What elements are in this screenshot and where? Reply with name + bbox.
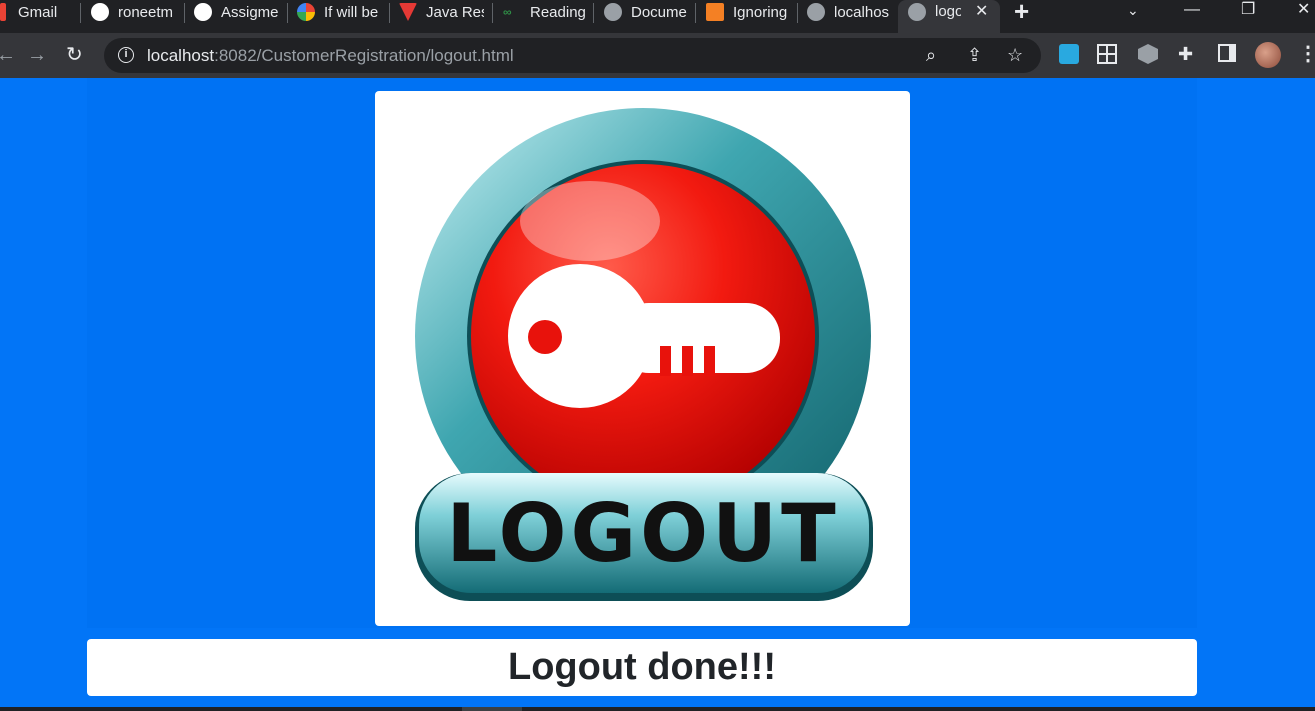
geeksforgeeks-icon: ∞ [503, 5, 512, 19]
tab-github-roneetm[interactable]: roneetm [91, 0, 179, 24]
info-icon[interactable]: i [118, 47, 134, 63]
forward-arrow-icon[interactable]: → [27, 43, 47, 67]
tab-github-assignment[interactable]: Assigme [194, 0, 281, 24]
tab-logout-active[interactable]: logo ✕ [898, 0, 1000, 33]
bottom-edge-segment [462, 707, 522, 711]
tab-label: Docume [631, 3, 687, 21]
tab-label: roneetm [118, 3, 174, 21]
zoom-icon[interactable]: ⌕ [926, 44, 936, 66]
tab-java-res[interactable]: Java Res [399, 0, 484, 24]
window-close-icon[interactable]: ✕ [1297, 0, 1310, 20]
globe-icon [908, 3, 926, 21]
tab-label: Ignoring [733, 3, 788, 21]
tab-google[interactable]: If will be [297, 0, 383, 24]
google-icon [297, 3, 315, 21]
extensions-puzzle-icon[interactable]: ✚ [1178, 44, 1198, 64]
side-panel-icon[interactable] [1218, 44, 1236, 62]
tab-label: Gmail [18, 3, 58, 21]
tab-label: localhos [834, 3, 890, 21]
tab-divider [492, 3, 493, 23]
tab-strip: Gmail roneetm Assigme If will be Java Re… [0, 0, 1315, 33]
message-box: Logout done!!! [87, 639, 1197, 696]
tab-gmail[interactable]: Gmail [0, 0, 78, 24]
github-icon [194, 3, 212, 21]
globe-icon [807, 3, 825, 21]
tab-document[interactable]: Docume [604, 0, 689, 24]
new-tab-plus-icon[interactable]: + [1014, 0, 1029, 24]
address-bar[interactable]: i localhost:8082/CustomerRegistration/lo… [104, 38, 1041, 73]
logout-logo-graphic: LOGOUT [415, 108, 873, 601]
tab-search-chevron-icon[interactable]: ⌄ [1127, 0, 1139, 20]
extension-cube-icon[interactable] [1138, 44, 1158, 64]
close-icon[interactable]: ✕ [975, 3, 988, 21]
tab-divider [695, 3, 696, 23]
tab-label: Assigme [221, 3, 279, 21]
logout-logo-text: LOGOUT [446, 487, 839, 580]
url-text[interactable]: localhost:8082/CustomerRegistration/logo… [147, 46, 514, 66]
profile-avatar[interactable] [1255, 42, 1281, 68]
browser-toolbar: ← → ↻ i localhost:8082/CustomerRegistrat… [0, 33, 1315, 78]
tab-ignoring[interactable]: Ignoring [706, 0, 790, 24]
tab-label: logo [935, 3, 961, 20]
tab-label: Reading [530, 3, 586, 21]
minimize-icon[interactable]: — [1184, 0, 1200, 20]
logout-message: Logout done!!! [507, 646, 776, 688]
gmail-icon [0, 3, 6, 21]
extension-translate-icon[interactable] [1059, 44, 1079, 64]
java-res-icon [399, 3, 417, 21]
tab-divider [389, 3, 390, 23]
tab-divider [80, 3, 81, 23]
page-viewport: LOGOUT Logout done!!! [0, 78, 1315, 711]
back-arrow-icon[interactable]: ← [0, 43, 16, 67]
tab-localhost[interactable]: localhos [807, 0, 892, 24]
button-highlight [520, 181, 660, 261]
tab-divider [287, 3, 288, 23]
extension-grid-icon[interactable] [1097, 44, 1117, 64]
tab-label: If will be [324, 3, 379, 21]
tab-reading[interactable]: ∞ Reading [503, 0, 588, 24]
bookmark-star-icon[interactable]: ☆ [1007, 44, 1023, 66]
tab-divider [797, 3, 798, 23]
menu-kebab-icon[interactable]: ⋮ [1298, 42, 1315, 66]
restore-icon[interactable]: ❐ [1241, 0, 1255, 20]
tab-divider [593, 3, 594, 23]
tab-label: Java Res [426, 3, 484, 21]
github-icon [91, 3, 109, 21]
reload-icon[interactable]: ↻ [66, 43, 83, 67]
share-icon[interactable]: ⇪ [967, 44, 982, 66]
stackoverflow-icon [706, 3, 724, 21]
bottom-edge [0, 707, 1315, 711]
logout-image: LOGOUT [375, 91, 910, 626]
globe-icon [604, 3, 622, 21]
url-host: localhost [147, 46, 215, 65]
tab-divider [184, 3, 185, 23]
url-path: :8082/CustomerRegistration/logout.html [214, 46, 514, 65]
